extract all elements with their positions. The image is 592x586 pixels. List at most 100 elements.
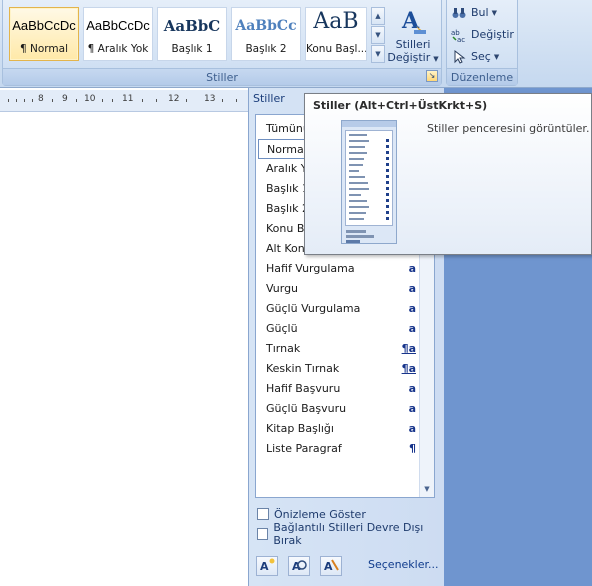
style-name: Liste Paragraf xyxy=(266,442,342,455)
ruler-tick xyxy=(236,99,237,102)
tile-sample: AaBbCcDc xyxy=(12,18,76,33)
change-styles-button[interactable]: A Stilleri Değiştir ▼ xyxy=(387,4,439,68)
style-name: Güçlü Vurgulama xyxy=(266,302,361,315)
style-tile-normal[interactable]: AaBbCcDc ¶ Normal xyxy=(9,7,79,61)
find-label: Bul xyxy=(471,6,489,19)
tile-label: ¶ Aralık Yok xyxy=(87,43,149,55)
manage-styles-icon: A xyxy=(324,559,339,573)
style-name: Başlık 2 xyxy=(266,202,309,215)
styles-pane-preview-image xyxy=(341,120,397,244)
checkbox-icon[interactable] xyxy=(257,508,269,520)
ruler-tick xyxy=(8,99,9,102)
list-item[interactable]: Kitap Başlığı a xyxy=(258,419,420,439)
cursor-arrow-icon xyxy=(451,49,467,65)
ruler-number: 9 xyxy=(62,94,68,104)
linked-style-icon: ¶a xyxy=(401,342,416,355)
show-preview-label: Önizleme Göster xyxy=(274,507,366,521)
style-inspector-button[interactable]: A xyxy=(288,556,310,576)
ribbon: AaBbCcDc ¶ Normal AaBbCcDc ¶ Aralık Yok … xyxy=(0,0,592,88)
new-style-icon: A xyxy=(260,558,275,573)
preview-list xyxy=(345,130,393,226)
style-name: Normal xyxy=(267,143,307,156)
character-style-icon: a xyxy=(408,262,416,275)
paragraph-style-icon: ¶ xyxy=(409,442,416,455)
list-item[interactable]: Güçlü Vurgulama a xyxy=(258,299,420,319)
style-name: Hafif Vurgulama xyxy=(266,262,355,275)
tooltip-title: Stiller (Alt+Ctrl+ÜstKrkt+S) xyxy=(313,99,488,112)
scroll-down-icon[interactable]: ▼ xyxy=(421,483,433,495)
ruler-tick xyxy=(142,99,143,102)
svg-text:A: A xyxy=(324,560,333,573)
binoculars-icon xyxy=(451,5,467,21)
list-item[interactable]: Tırnak ¶a xyxy=(258,339,420,359)
tile-sample: AaBbC xyxy=(163,17,221,35)
pane-title: Stiller xyxy=(253,92,285,105)
manage-styles-button[interactable]: A xyxy=(320,556,342,576)
tile-label: Konu Başl... xyxy=(306,43,366,55)
tile-label: ¶ Normal xyxy=(19,43,68,55)
chevron-down-icon: ▼ xyxy=(433,55,439,63)
style-name: Tırnak xyxy=(266,342,301,355)
select-button[interactable]: Seç ▼ xyxy=(451,47,499,66)
editing-group-label: Düzenleme xyxy=(447,68,517,85)
list-item[interactable]: Güçlü Başvuru a xyxy=(258,399,420,419)
style-name: Güçlü Başvuru xyxy=(266,402,347,415)
style-tile-heading-1[interactable]: AaBbC Başlık 1 xyxy=(157,7,227,61)
list-item[interactable]: Hafif Vurgulama a xyxy=(258,259,420,279)
horizontal-ruler[interactable]: 8 9 10 11 12 13 xyxy=(0,90,248,112)
document-page[interactable] xyxy=(0,112,248,586)
style-name: Vurgu xyxy=(266,282,299,295)
style-tile-heading-2[interactable]: AaBbCc Başlık 2 xyxy=(231,7,301,61)
styles-dialog-launcher-icon[interactable]: ↘ xyxy=(426,70,438,82)
ruler-tick xyxy=(16,99,17,102)
replace-icon: ab ac xyxy=(451,27,467,44)
linked-style-icon: ¶a xyxy=(401,362,416,375)
character-style-icon: a xyxy=(408,402,416,415)
styles-group-label: Stiller xyxy=(3,68,441,85)
options-link[interactable]: Seçenekler... xyxy=(368,558,439,571)
ruler-tick xyxy=(186,99,187,102)
list-item[interactable]: Keskin Tırnak ¶a xyxy=(258,359,420,379)
style-tile-title[interactable]: AaB Konu Başl... xyxy=(305,7,367,61)
disable-linked-checkbox[interactable]: Bağlantılı Stilleri Devre Dışı Bırak xyxy=(257,521,444,547)
new-style-button[interactable]: A xyxy=(256,556,278,576)
style-name: Keskin Tırnak xyxy=(266,362,340,375)
ruler-number: 10 xyxy=(84,94,96,104)
tile-label: Başlık 1 xyxy=(171,43,213,55)
list-item[interactable]: Hafif Başvuru a xyxy=(258,379,420,399)
editing-group: Bul ▼ ab ac Değiştir Seç ▼ Düzenleme xyxy=(446,0,518,86)
list-item[interactable]: Vurgu a xyxy=(258,279,420,299)
character-style-icon: a xyxy=(408,322,416,335)
gallery-down-icon[interactable]: ▼ xyxy=(371,26,385,44)
gallery-up-icon[interactable]: ▲ xyxy=(371,7,385,25)
ruler-number: 8 xyxy=(38,94,44,104)
checkbox-icon[interactable] xyxy=(257,528,269,540)
list-item[interactable]: Güçlü a xyxy=(258,319,420,339)
style-name: Güçlü xyxy=(266,322,298,335)
ruler-number: 13 xyxy=(204,94,216,104)
style-tile-no-spacing[interactable]: AaBbCcDc ¶ Aralık Yok xyxy=(83,7,153,61)
ruler-tick xyxy=(24,99,25,102)
disable-linked-label: Bağlantılı Stilleri Devre Dışı Bırak xyxy=(273,521,424,547)
gallery-more-icon[interactable]: ▼ xyxy=(371,45,385,63)
find-button[interactable]: Bul ▼ xyxy=(451,3,497,22)
ruler-number: 11 xyxy=(122,94,134,104)
tooltip-body: Stiller penceresini görüntüler. xyxy=(427,122,590,135)
replace-button[interactable]: ab ac Değiştir xyxy=(451,25,514,44)
change-styles-label-2: Değiştir ▼ xyxy=(387,51,439,64)
show-preview-checkbox[interactable]: Önizleme Göster xyxy=(257,506,366,522)
ruler-tick xyxy=(32,99,33,102)
ruler-tick xyxy=(112,99,113,102)
change-styles-label-1: Stilleri xyxy=(395,38,431,51)
character-style-icon: a xyxy=(408,282,416,295)
chevron-down-icon: ▼ xyxy=(491,8,497,17)
ruler-tick xyxy=(222,99,223,102)
chevron-down-icon: ▼ xyxy=(493,52,500,61)
styles-group: AaBbCcDc ¶ Normal AaBbCcDc ¶ Aralık Yok … xyxy=(2,0,442,86)
ruler-tick xyxy=(156,99,157,102)
ruler-tick xyxy=(52,99,53,102)
list-item[interactable]: Liste Paragraf ¶ xyxy=(258,439,420,459)
tooltip: Stiller (Alt+Ctrl+ÜstKrkt+S) Stiller pen… xyxy=(304,93,592,255)
preview-checkbox-row xyxy=(346,230,366,233)
tile-label: Başlık 2 xyxy=(245,43,287,55)
